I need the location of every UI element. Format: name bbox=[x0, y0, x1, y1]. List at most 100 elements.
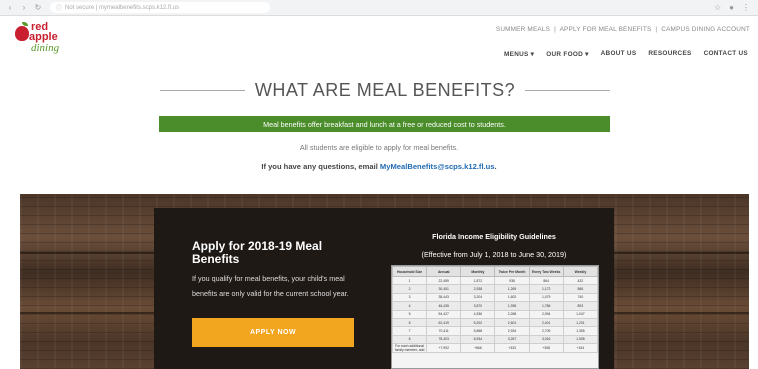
question-prefix: If you have any questions, email bbox=[261, 162, 380, 171]
link-summer-meals[interactable]: SUMMER MEALS bbox=[496, 26, 550, 33]
table-cell: 5,202 bbox=[460, 317, 496, 328]
table-cell: 3,870 bbox=[460, 301, 496, 311]
apple-logo-icon bbox=[15, 26, 29, 41]
utility-links: SUMMER MEALS | APPLY FOR MEAL BENEFITS |… bbox=[496, 26, 750, 33]
table-cell: 1,508 bbox=[562, 334, 599, 345]
table-cell: 5 bbox=[391, 309, 428, 319]
guidelines-title: Florida Income Eligibility Guidelines bbox=[432, 232, 556, 241]
nav-resources[interactable]: RESOURCES bbox=[648, 50, 691, 58]
menu-dots-icon[interactable]: ⋮ bbox=[742, 3, 750, 12]
table-cell: 2,401 bbox=[528, 317, 564, 328]
page-title: WHAT ARE MEAL BENEFITS? bbox=[254, 80, 516, 100]
table-row: 3 38,443 3,204 1,602 1,479 740 bbox=[391, 292, 599, 303]
table-row: 7 70,411 5,868 2,934 2,709 1,355 bbox=[391, 326, 599, 336]
main-nav: MENUS ▾ OUR FOOD ▾ ABOUT US RESOURCES CO… bbox=[504, 50, 748, 58]
address-text: Not secure | mymealbenefits.scps.k12.fl.… bbox=[65, 4, 179, 11]
table-cell: 1,786 bbox=[528, 301, 564, 311]
table-row: 4 46,435 3,870 1,935 1,786 893 bbox=[391, 301, 599, 311]
separator: | bbox=[554, 26, 556, 33]
table-cell: 78,403 bbox=[426, 334, 462, 345]
back-icon[interactable]: ‹ bbox=[6, 3, 14, 12]
table-row: 1 22,459 1,872 936 864 432 bbox=[391, 275, 599, 286]
table-cell: 46,435 bbox=[426, 301, 462, 311]
apply-now-button[interactable]: APPLY NOW bbox=[192, 318, 354, 347]
table-cell: 7 bbox=[391, 326, 428, 336]
lock-icon: ⓘ bbox=[56, 6, 63, 12]
table-cell: 2,934 bbox=[494, 326, 530, 336]
profile-icon[interactable]: ● bbox=[729, 3, 734, 12]
star-icon[interactable]: ☆ bbox=[714, 3, 721, 12]
contact-question: If you have any questions, email MyMealB… bbox=[0, 162, 758, 171]
nav-about-us[interactable]: ABOUT US bbox=[601, 50, 637, 58]
divider bbox=[525, 90, 611, 91]
table-cell: +333 bbox=[494, 343, 530, 354]
table-cell: 1,355 bbox=[562, 326, 599, 336]
table-cell: 2,268 bbox=[494, 309, 530, 319]
table-cell: 3,204 bbox=[460, 292, 496, 303]
income-guidelines-table: Household Size Annual Monthly Twice Per … bbox=[391, 265, 599, 369]
table-cell: 1,602 bbox=[494, 292, 530, 303]
nav-our-food[interactable]: OUR FOOD ▾ bbox=[546, 50, 588, 58]
col-household-size: Household Size bbox=[391, 266, 428, 277]
apply-heading: Apply for 2018-19 Meal Benefits bbox=[192, 239, 323, 266]
table-cell: 893 bbox=[562, 301, 599, 311]
eligibility-text: All students are eligible to apply for m… bbox=[299, 143, 459, 152]
table-cell: 740 bbox=[562, 292, 599, 303]
table-cell: 8 bbox=[391, 334, 428, 345]
table-cell: 2,094 bbox=[528, 309, 564, 319]
table-cell: 3,267 bbox=[494, 334, 530, 345]
table-cell: 54,427 bbox=[426, 309, 462, 319]
table-cell: 2 bbox=[391, 284, 428, 294]
col-weekly: Weekly bbox=[562, 266, 599, 277]
table-cell: 1,047 bbox=[562, 309, 599, 319]
site-logo[interactable]: red apple dining bbox=[15, 22, 75, 58]
table-cell: 2,601 bbox=[494, 317, 530, 328]
col-twice-per-month: Twice Per Month bbox=[494, 266, 530, 277]
table-cell: +7,992 bbox=[426, 343, 462, 354]
nav-contact-us[interactable]: CONTACT US bbox=[704, 50, 748, 58]
table-header-row: Household Size Annual Monthly Twice Per … bbox=[391, 266, 599, 277]
table-cell: 62,419 bbox=[426, 317, 462, 328]
table-cell: 22,459 bbox=[426, 275, 462, 286]
link-apply-meal-benefits[interactable]: APPLY FOR MEAL BENEFITS bbox=[560, 26, 652, 33]
table-cell: For each additional family member, add bbox=[391, 343, 428, 354]
leaf-icon bbox=[22, 22, 28, 26]
reload-icon[interactable]: ↻ bbox=[34, 3, 42, 12]
table-cell: +308 bbox=[528, 343, 564, 354]
forward-icon[interactable]: › bbox=[20, 3, 28, 12]
link-campus-dining-account[interactable]: CAMPUS DINING ACCOUNT bbox=[661, 26, 750, 33]
guidelines-subtitle: (Effective from July 1, 2018 to June 30,… bbox=[421, 250, 567, 259]
table-row: 2 30,451 2,538 1,269 1,172 586 bbox=[391, 284, 599, 294]
table-cell: 1 bbox=[391, 275, 428, 286]
col-annual: Annual bbox=[426, 266, 462, 277]
table-cell: 5,868 bbox=[460, 326, 496, 336]
table-cell: 1,935 bbox=[494, 301, 530, 311]
table-row: 6 62,419 5,202 2,601 2,401 1,201 bbox=[391, 317, 599, 328]
table-cell: +154 bbox=[562, 343, 599, 354]
table-cell: 1,172 bbox=[528, 284, 564, 294]
table-cell: 6 bbox=[391, 317, 428, 328]
table-row: For each additional family member, add +… bbox=[391, 343, 599, 354]
table-cell: 38,443 bbox=[426, 292, 462, 303]
table-cell: 1,872 bbox=[460, 275, 496, 286]
address-bar[interactable]: ⓘ Not secure | mymealbenefits.scps.k12.f… bbox=[50, 2, 270, 13]
divider bbox=[160, 90, 245, 91]
table-cell: 432 bbox=[562, 275, 599, 286]
table-cell: 2,709 bbox=[528, 326, 564, 336]
separator: | bbox=[655, 26, 658, 33]
table-cell: 4,536 bbox=[460, 309, 496, 319]
apply-description: If you qualify for meal benefits, your c… bbox=[192, 274, 349, 298]
table-cell: +666 bbox=[460, 343, 496, 354]
table-row: 8 78,403 6,534 3,267 3,016 1,508 bbox=[391, 334, 599, 345]
table-cell: 864 bbox=[528, 275, 564, 286]
col-monthly: Monthly bbox=[460, 266, 496, 277]
hero-heading: WHAT ARE MEAL BENEFITS? bbox=[160, 80, 611, 101]
col-every-two-weeks: Every Two Weeks bbox=[528, 266, 564, 277]
nav-menus[interactable]: MENUS ▾ bbox=[504, 50, 534, 58]
table-cell: 3,016 bbox=[528, 334, 564, 345]
table-cell: 4 bbox=[391, 301, 428, 311]
email-link[interactable]: MyMealBenefits@scps.k12.fl.us bbox=[380, 162, 495, 171]
table-cell: 70,411 bbox=[426, 326, 462, 336]
table-cell: 1,479 bbox=[528, 292, 564, 303]
table-cell: 1,201 bbox=[562, 317, 599, 328]
